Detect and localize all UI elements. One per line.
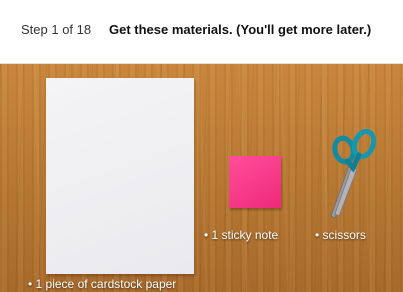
materials-photo: • 1 sticky note • scissors • 1 piece of …: [0, 64, 403, 292]
sticky-note-image: [229, 156, 281, 208]
material-label-cardstock: • 1 piece of cardstock paper: [28, 277, 177, 291]
step-title: Get these materials. (You'll get more la…: [109, 22, 372, 37]
scissors-icon: [330, 128, 377, 219]
step-header: Step 1 of 18 Get these materials. (You'l…: [0, 0, 403, 64]
cardstock-paper-image: [46, 78, 194, 274]
material-label-scissors: • scissors: [315, 228, 366, 242]
material-label-sticky-note: • 1 sticky note: [204, 228, 279, 242]
step-counter: Step 1 of 18: [21, 22, 92, 37]
